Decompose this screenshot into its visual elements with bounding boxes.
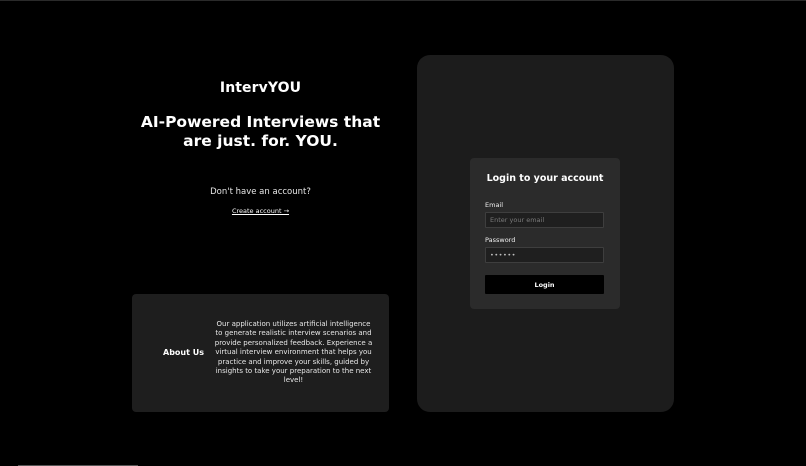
tagline: AI-Powered Interviews that are just. for… (140, 113, 381, 150)
login-page: IntervYOU AI-Powered Interviews that are… (0, 0, 806, 466)
password-label: Password (485, 236, 516, 244)
about-text: Our application utilizes artificial inte… (214, 320, 373, 385)
login-card: Login to your account Email Password •••… (470, 158, 620, 309)
login-button[interactable]: Login (485, 275, 604, 294)
email-field[interactable] (485, 212, 604, 228)
about-card: About Us Our application utilizes artifi… (132, 294, 389, 412)
login-panel: Login to your account Email Password •••… (417, 55, 674, 412)
about-title: About Us (163, 348, 204, 357)
password-field[interactable]: •••••• (485, 247, 604, 263)
email-label: Email (485, 201, 504, 209)
login-heading: Login to your account (486, 173, 604, 184)
